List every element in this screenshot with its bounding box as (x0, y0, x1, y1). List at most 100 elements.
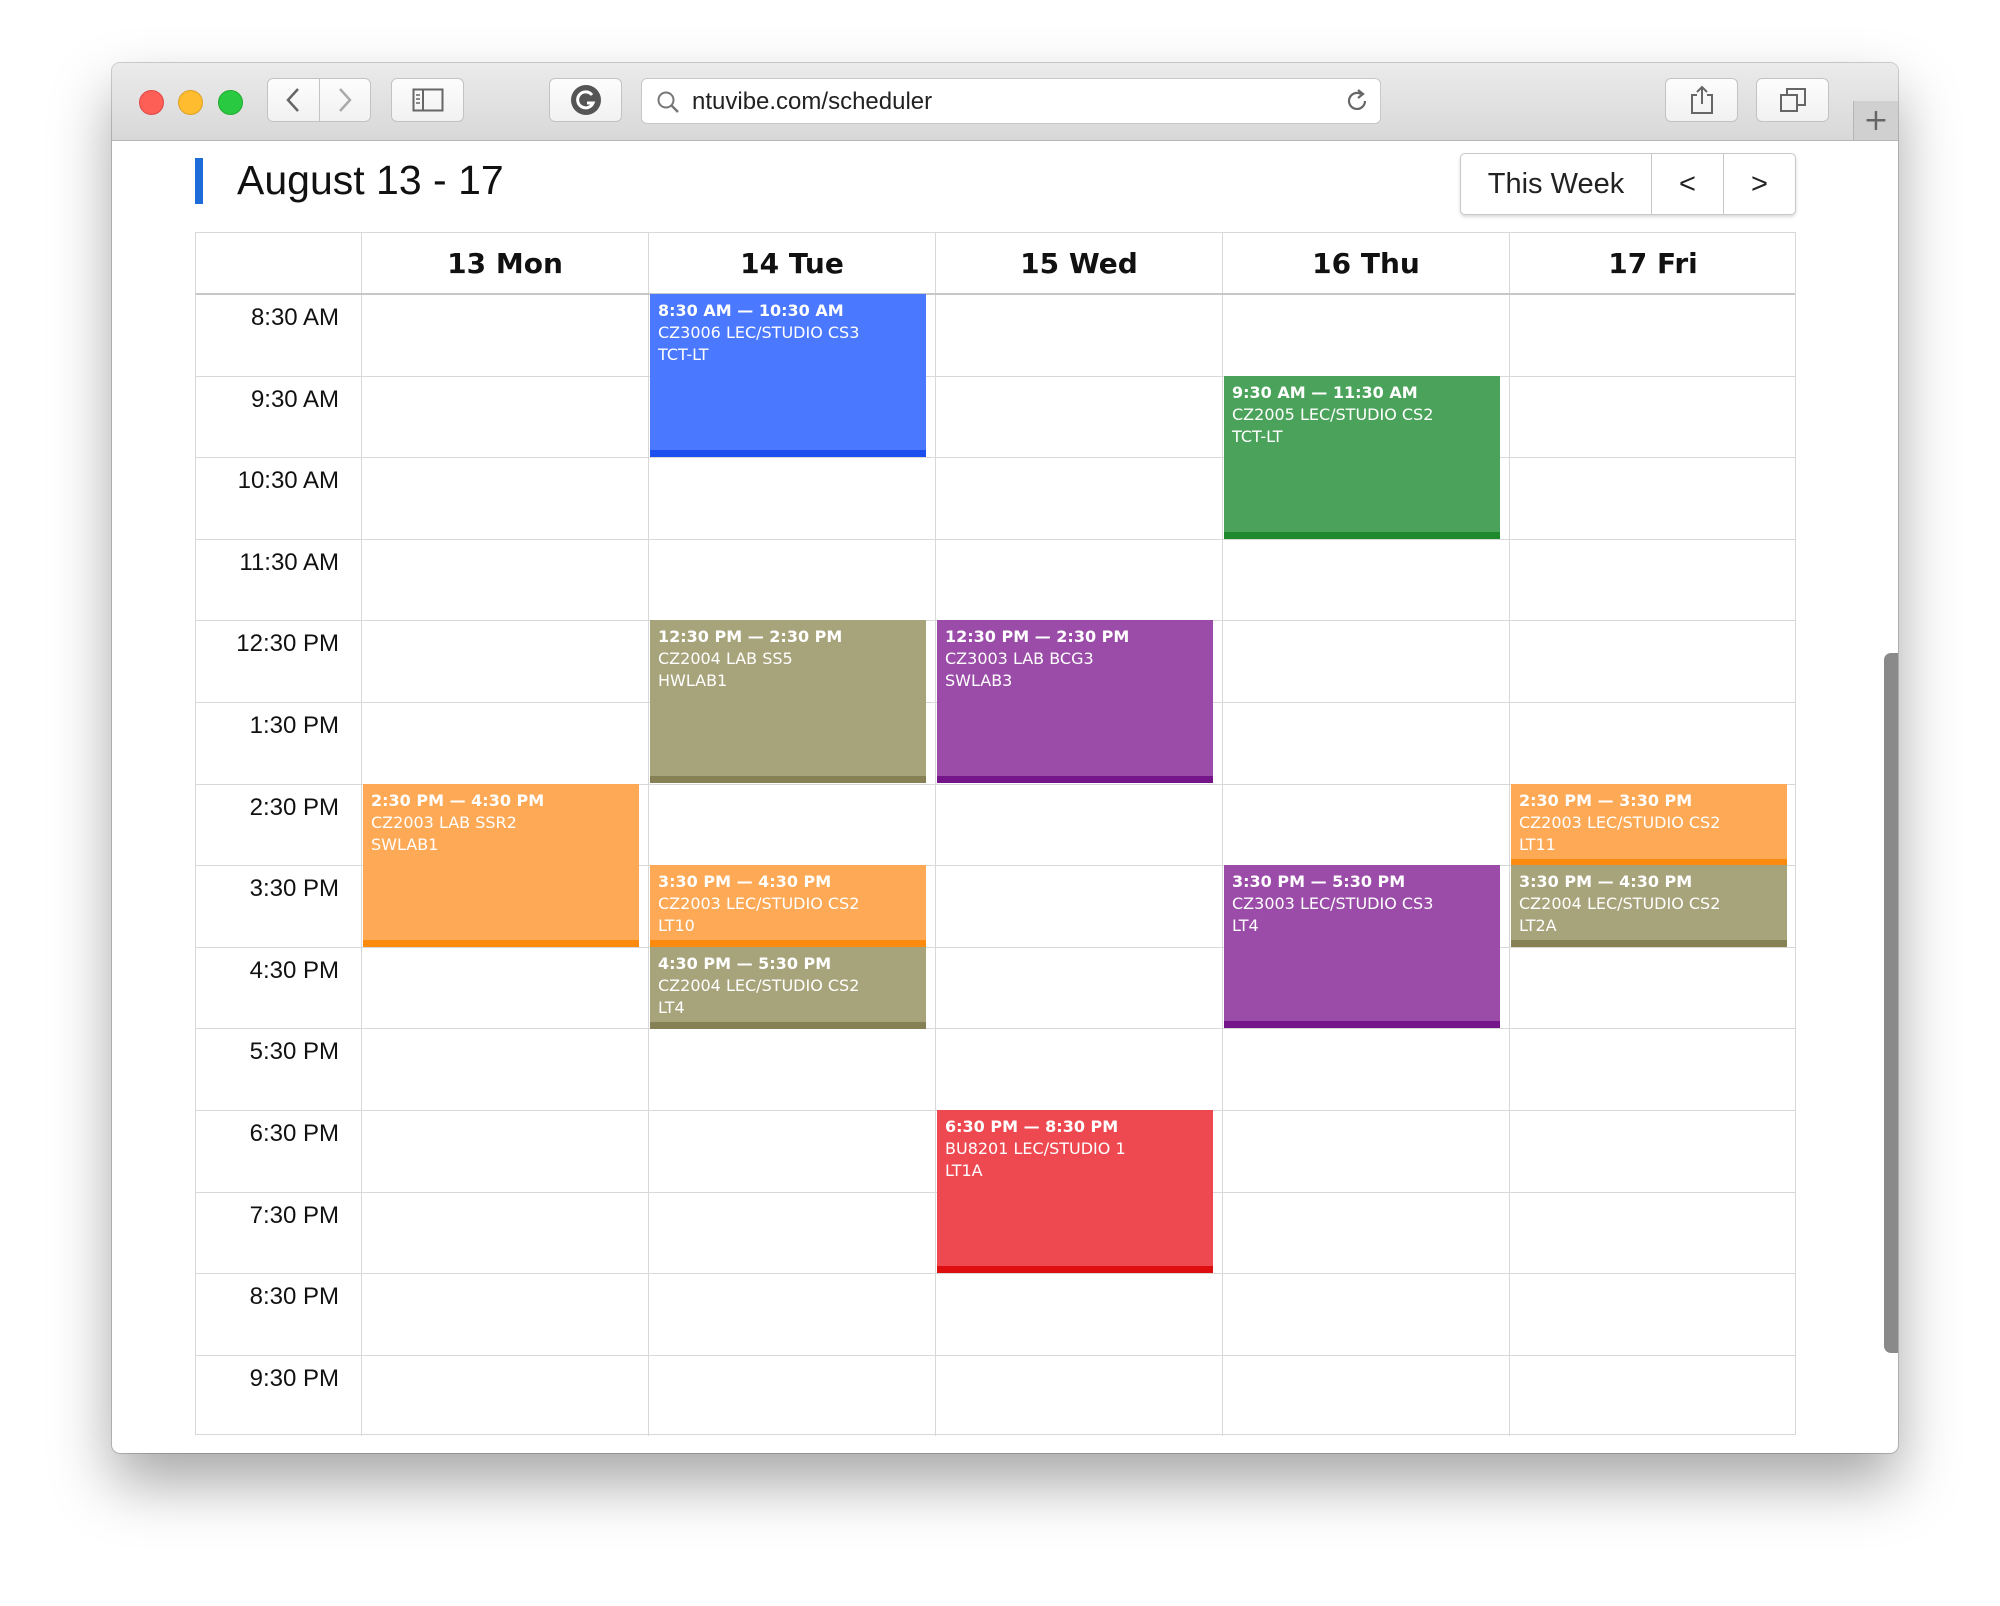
grid-line (1509, 233, 1510, 1436)
event-block[interactable]: 12:30 PM — 2:30 PM CZ3003 LAB BCG3 SWLAB3 (937, 620, 1213, 783)
event-time: 12:30 PM — 2:30 PM (945, 627, 1130, 646)
time-label: 10:30 AM (237, 467, 339, 494)
day-header-mon: 13 Mon (447, 246, 563, 280)
back-button[interactable] (268, 79, 319, 121)
previous-week-button[interactable]: < (1651, 154, 1723, 214)
event-time: 3:30 PM — 4:30 PM (658, 872, 832, 891)
day-header-tue: 14 Tue (740, 246, 844, 280)
day-header-wed: 15 Wed (1020, 246, 1138, 280)
time-label: 7:30 PM (249, 1202, 339, 1229)
event-time: 8:30 AM — 10:30 AM (658, 301, 844, 320)
event-block[interactable]: 8:30 AM — 10:30 AM CZ3006 LEC/STUDIO CS3 T… (650, 294, 926, 457)
chevron-left-icon (286, 88, 300, 112)
grid-line (196, 1028, 1795, 1029)
zoom-window-button[interactable] (218, 90, 243, 115)
grammarly-icon (570, 85, 601, 115)
browser-toolbar: ntuvibe.com/scheduler + (112, 63, 1898, 141)
url-text: ntuvibe.com/scheduler (692, 88, 933, 115)
event-title: CZ2003 LEC/STUDIO CS2 (1519, 813, 1721, 832)
sidebar-toggle-button[interactable] (391, 78, 464, 122)
event-block[interactable]: 2:30 PM — 3:30 PM CZ2003 LEC/STUDIO CS2 LT… (1511, 784, 1787, 866)
event-time: 12:30 PM — 2:30 PM (658, 627, 843, 646)
grid-line (196, 947, 1795, 948)
day-header-thu: 16 Thu (1312, 246, 1420, 280)
event-location: LT4 (1232, 916, 1259, 935)
close-window-button[interactable] (139, 90, 164, 115)
event-location: LT1A (945, 1161, 983, 1180)
event-block[interactable]: 4:30 PM — 5:30 PM CZ2004 LEC/STUDIO CS2 LT… (650, 947, 926, 1029)
day-header-fri: 17 Fri (1608, 246, 1698, 280)
grid-line (361, 233, 362, 1436)
event-time: 3:30 PM — 5:30 PM (1232, 872, 1406, 891)
event-location: LT10 (658, 916, 695, 935)
time-label: 5:30 PM (249, 1038, 339, 1065)
event-title: CZ3003 LAB BCG3 (945, 649, 1094, 668)
scrollbar-thumb[interactable] (1884, 653, 1898, 1353)
event-time: 3:30 PM — 4:30 PM (1519, 872, 1693, 891)
event-accent-bar (937, 776, 1213, 783)
event-accent-bar (650, 776, 926, 783)
time-label: 4:30 PM (249, 957, 339, 984)
sidebar-icon (412, 88, 443, 112)
event-block[interactable]: 3:30 PM — 4:30 PM CZ2004 LEC/STUDIO CS2 LT… (1511, 865, 1787, 947)
event-block[interactable]: 6:30 PM — 8:30 PM BU8201 LEC/STUDIO 1 LT1A (937, 1110, 1213, 1273)
time-label: 2:30 PM (249, 794, 339, 821)
event-accent-bar (937, 1266, 1213, 1273)
address-bar[interactable]: ntuvibe.com/scheduler (641, 78, 1381, 124)
page-title: August 13 - 17 (237, 157, 504, 203)
grid-line (196, 457, 1795, 458)
this-week-button[interactable]: This Week (1461, 154, 1651, 214)
event-accent-bar (1224, 532, 1500, 539)
event-accent-bar (650, 940, 926, 947)
event-title: CZ2005 LEC/STUDIO CS2 (1232, 405, 1434, 424)
event-block[interactable]: 2:30 PM — 4:30 PM CZ2003 LAB SSR2 SWLAB1 (363, 784, 639, 947)
grid-line (196, 376, 1795, 377)
time-label: 3:30 PM (249, 875, 339, 902)
new-tab-button[interactable]: + (1853, 101, 1898, 140)
time-label: 6:30 PM (249, 1120, 339, 1147)
event-block[interactable]: 12:30 PM — 2:30 PM CZ2004 LAB SS5 HWLAB1 (650, 620, 926, 783)
grid-line (196, 1355, 1795, 1356)
event-block[interactable]: 3:30 PM — 5:30 PM CZ3003 LEC/STUDIO CS3 LT… (1224, 865, 1500, 1028)
event-block[interactable]: 3:30 PM — 4:30 PM CZ2003 LEC/STUDIO CS2 LT… (650, 865, 926, 947)
time-label: 11:30 AM (239, 549, 339, 576)
event-title: CZ2004 LEC/STUDIO CS2 (1519, 894, 1721, 913)
week-navigation: This Week < > (1460, 153, 1796, 215)
event-time: 9:30 AM — 11:30 AM (1232, 383, 1418, 402)
event-location: LT2A (1519, 916, 1557, 935)
grid-line (935, 233, 936, 1436)
extension-button[interactable] (549, 78, 622, 122)
event-block[interactable]: 9:30 AM — 11:30 AM CZ2005 LEC/STUDIO CS2 T… (1224, 376, 1500, 539)
plus-icon: + (1863, 103, 1889, 138)
event-title: CZ2004 LEC/STUDIO CS2 (658, 976, 860, 995)
chevron-right-icon (338, 88, 352, 112)
event-location: LT11 (1519, 835, 1556, 854)
time-label: 8:30 PM (249, 1283, 339, 1310)
event-accent-bar (650, 450, 926, 457)
header-divider (196, 293, 1795, 295)
event-accent-bar (1511, 940, 1787, 947)
time-label: 9:30 AM (250, 386, 339, 413)
tabs-overview-button[interactable] (1756, 78, 1829, 122)
reload-icon[interactable] (1344, 88, 1370, 114)
event-accent-bar (1224, 1021, 1500, 1028)
forward-button[interactable] (318, 79, 371, 121)
history-nav (267, 78, 371, 122)
event-accent-bar (650, 1022, 926, 1029)
share-icon (1690, 85, 1713, 114)
time-label: 1:30 PM (249, 712, 339, 739)
grid-line (196, 1273, 1795, 1274)
title-accent-bar (195, 158, 203, 204)
browser-window: ntuvibe.com/scheduler + August 13 - 17 T… (112, 63, 1898, 1453)
event-time: 4:30 PM — 5:30 PM (658, 954, 832, 973)
minimize-window-button[interactable] (178, 90, 203, 115)
event-title: CZ2003 LAB SSR2 (371, 813, 517, 832)
share-button[interactable] (1665, 78, 1738, 122)
event-location: HWLAB1 (658, 671, 728, 690)
event-location: SWLAB3 (945, 671, 1013, 690)
grid-line (1222, 233, 1223, 1436)
next-week-button[interactable]: > (1723, 154, 1795, 214)
event-title: BU8201 LEC/STUDIO 1 (945, 1139, 1126, 1158)
tabs-icon (1779, 88, 1806, 112)
event-location: SWLAB1 (371, 835, 439, 854)
